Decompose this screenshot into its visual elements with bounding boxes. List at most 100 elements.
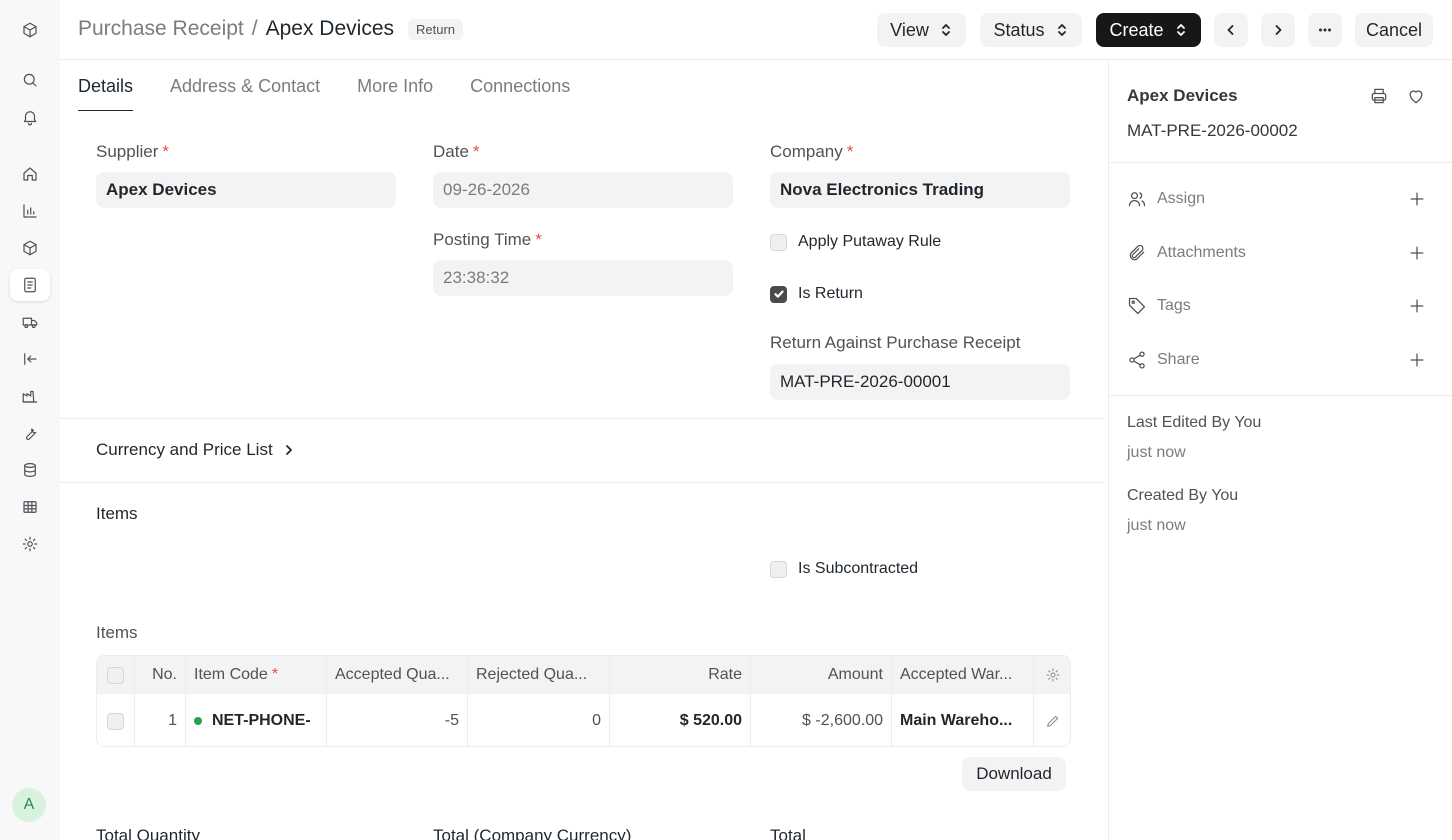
row-rejected-qty[interactable]: 0 [468,694,610,746]
sidebar-divider-line [1109,162,1452,163]
plus-icon[interactable] [1407,296,1427,316]
sidebar-divider [1108,60,1109,840]
date-field[interactable]: 09-26-2026 [433,172,733,208]
last-edited-value: just now [1127,444,1186,461]
next-button[interactable] [1261,13,1295,47]
status-badge: Return [408,18,464,40]
apply-putaway-rule-label: Apply Putaway Rule [798,233,942,250]
heart-icon[interactable] [1406,86,1426,106]
col-item-code-label: Item Code [194,666,268,683]
users-icon [1128,192,1146,207]
page-title: Apex Devices [265,17,394,40]
posting-time-label-text: Posting Time [433,230,532,249]
section-divider [60,418,1106,419]
plus-icon[interactable] [1407,350,1427,370]
home-icon[interactable] [10,158,50,190]
table-row[interactable]: 1 NET-PHONE- -5 0 $ 520.00 $ -2,600.00 M… [97,694,1070,746]
create-button-label: Create [1109,19,1164,40]
row-edit-button[interactable] [1034,694,1070,746]
created-label: Created By You [1127,487,1239,504]
table-icon[interactable] [10,491,50,523]
download-button[interactable]: Download [962,757,1066,791]
cancel-button[interactable]: Cancel [1355,13,1433,47]
row-accepted-warehouse[interactable]: Main Wareho... [892,694,1034,746]
select-all-checkbox[interactable] [107,666,124,684]
row-checkbox[interactable] [107,712,124,730]
previous-button[interactable] [1214,13,1248,47]
tab-connections[interactable]: Connections [470,60,570,111]
date-label-text: Date [433,142,469,161]
factory-icon[interactable] [10,380,50,412]
supplier-field[interactable]: Apex Devices [96,172,396,208]
created-value: just now [1127,517,1186,534]
apply-putaway-rule-checkbox[interactable]: Apply Putaway Rule [770,233,941,251]
return-against-label: Return Against Purchase Receipt [770,333,1021,352]
is-subcontracted-label: Is Subcontracted [798,560,919,577]
view-button[interactable]: View [877,13,966,47]
currency-price-list-section[interactable]: Currency and Price List [96,440,295,460]
currency-section-label: Currency and Price List [96,440,273,459]
tab-more-info[interactable]: More Info [357,60,433,111]
wrench-icon[interactable] [10,417,50,449]
sidebar-share[interactable]: Share [1127,348,1427,372]
row-select-cell [97,694,135,746]
document-icon[interactable] [10,269,50,301]
paperclip-icon [1129,244,1145,261]
gear-icon [1046,668,1060,682]
return-against-field[interactable]: MAT-PRE-2026-00001 [770,364,1070,400]
row-accepted-qty[interactable]: -5 [327,694,468,746]
truck-icon[interactable] [10,306,50,338]
checkbox-box[interactable] [770,560,787,578]
sidebar-attachments-label: Attachments [1157,244,1246,261]
app-logo-icon[interactable] [10,14,50,46]
is-subcontracted-checkbox[interactable]: Is Subcontracted [770,560,918,578]
is-return-checkbox[interactable]: Is Return [770,285,863,303]
row-amount: $ -2,600.00 [751,694,892,746]
sidebar-attachments[interactable]: Attachments [1127,241,1427,265]
gear-icon[interactable] [10,528,50,560]
row-no: 1 [135,694,186,746]
ellipsis-icon [1318,28,1331,32]
is-return-label: Is Return [798,285,863,302]
sidebar-doc-id: MAT-PRE-2026-00002 [1127,121,1298,140]
sidebar-assign[interactable]: Assign [1127,187,1427,211]
table-header: No. Item Code * Accepted Qua... Rejected … [97,656,1070,694]
required-marker: * [846,142,854,161]
chevron-right-icon [1275,25,1282,35]
tab-details[interactable]: Details [78,60,134,111]
date-label: Date * [433,142,480,162]
package-icon[interactable] [10,232,50,264]
status-button[interactable]: Status [980,13,1082,47]
bell-icon[interactable] [10,101,50,133]
company-field[interactable]: Nova Electronics Trading [770,172,1070,208]
row-item-code-text: NET-PHONE- [212,712,311,729]
more-actions-button[interactable] [1308,13,1342,47]
chart-icon[interactable] [10,195,50,227]
plus-icon[interactable] [1407,189,1427,209]
database-icon[interactable] [10,454,50,486]
sidebar-share-label: Share [1157,351,1200,368]
row-item-code[interactable]: NET-PHONE- [186,694,327,746]
left-rail: A [0,0,60,840]
create-button[interactable]: Create [1096,13,1201,47]
breadcrumb-separator: / [251,17,258,40]
last-edited-label: Last Edited By You [1127,414,1262,431]
avatar[interactable]: A [12,788,46,822]
select-all-cell [97,656,135,694]
checkbox-box[interactable] [770,233,787,251]
tag-icon [1128,297,1146,315]
posting-time-field[interactable]: 23:38:32 [433,260,733,296]
chevron-updown-icon [941,24,950,36]
sidebar-tags[interactable]: Tags [1127,294,1427,318]
row-rate[interactable]: $ 520.00 [610,694,751,746]
print-icon[interactable] [1369,86,1389,106]
search-icon[interactable] [10,64,50,96]
plus-icon[interactable] [1407,243,1427,263]
col-accepted-warehouse: Accepted War... [892,656,1034,694]
arrow-left-bar-icon[interactable] [10,343,50,375]
breadcrumb-parent[interactable]: Purchase Receipt [78,17,244,41]
items-table-label: Items [96,623,138,642]
tab-address-contact[interactable]: Address & Contact [170,60,320,111]
column-settings-button[interactable] [1034,656,1070,694]
checkbox-box-checked[interactable] [770,285,787,303]
